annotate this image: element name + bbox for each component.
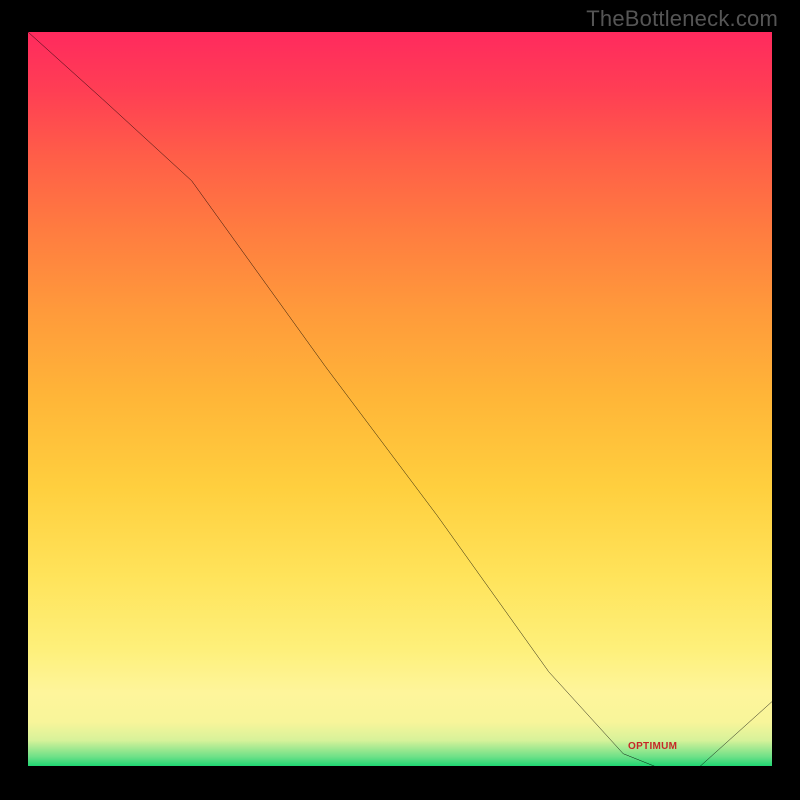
bottleneck-curve bbox=[28, 32, 772, 766]
chart-plot-area: OPTIMUM bbox=[28, 32, 772, 766]
optimum-annotation: OPTIMUM bbox=[628, 741, 677, 752]
chart-line-series bbox=[28, 32, 772, 766]
watermark-text: TheBottleneck.com bbox=[586, 6, 778, 32]
